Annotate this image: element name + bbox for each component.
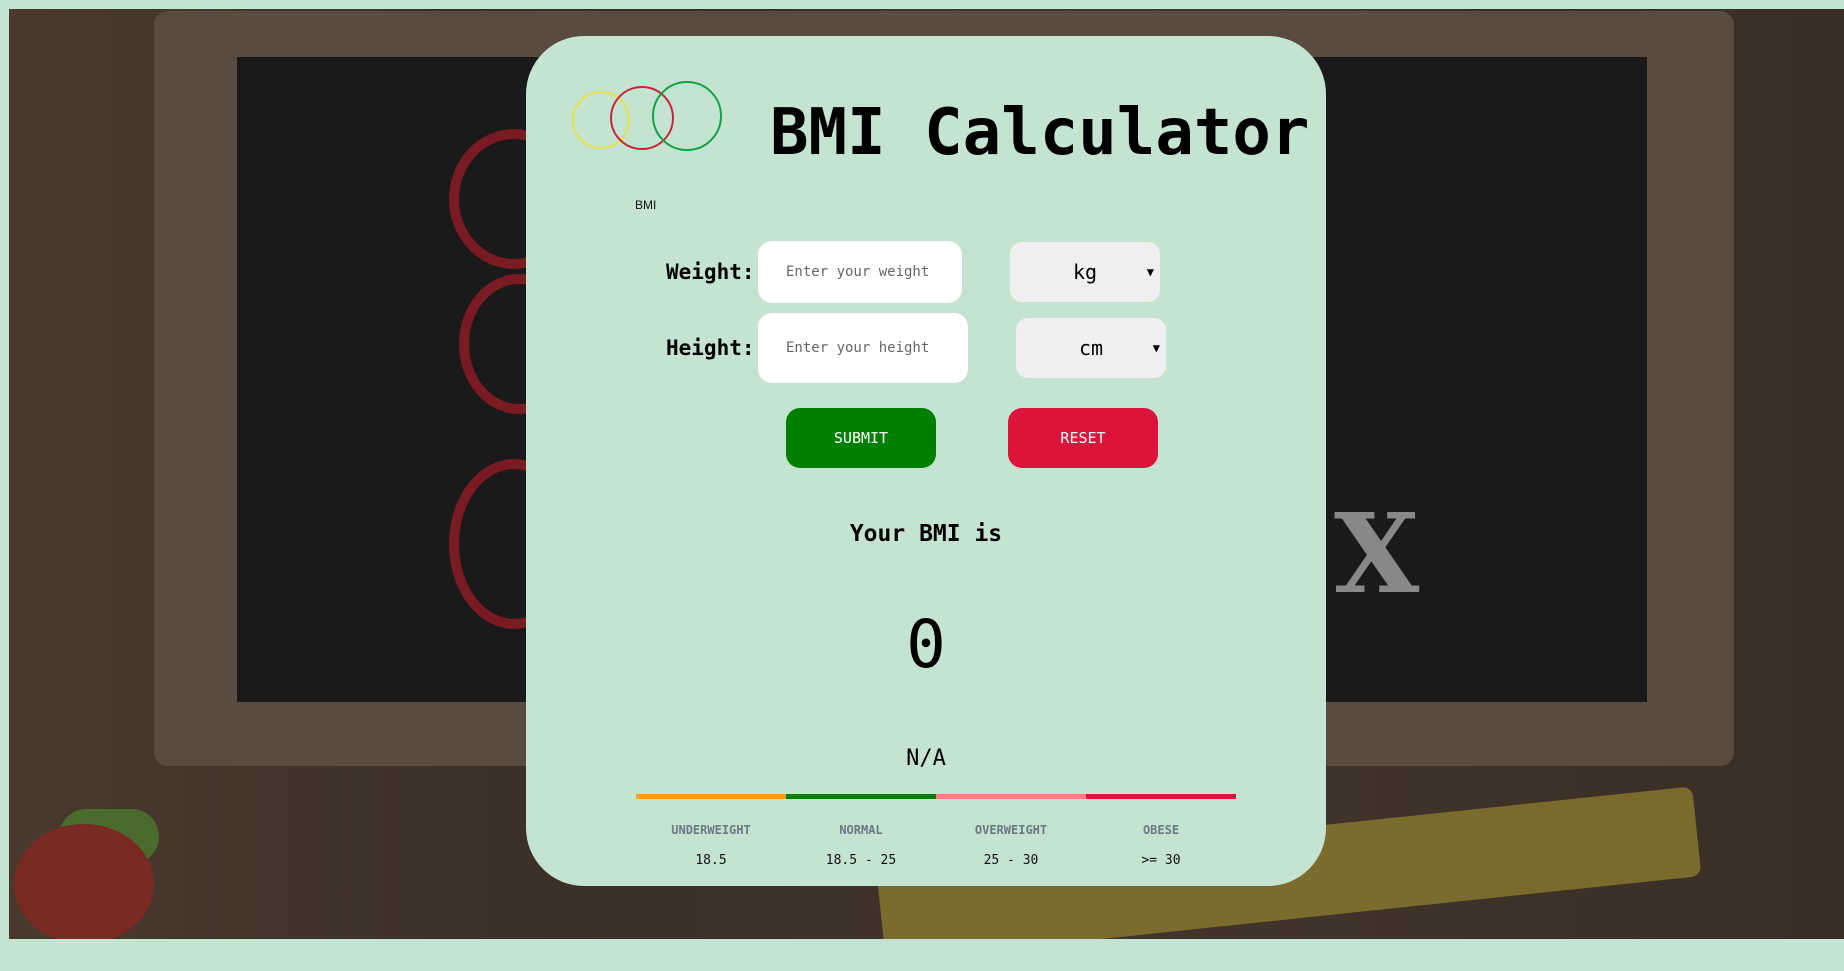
weight-input[interactable] [758,241,962,303]
submit-button[interactable]: SUBMIT [786,408,936,468]
scale-range: >= 30 [1141,853,1181,868]
calculator-card: BMI BMI Calculator Weight: kg ▼ Height: … [526,36,1326,886]
bmi-scale-bar [636,794,1236,799]
scale-range: 18.5 - 25 [825,853,897,868]
bmi-category: N/A [906,746,946,771]
scale-values: 18.5 18.5 - 25 25 - 30 >= 30 [636,853,1236,868]
chevron-down-icon: ▼ [1146,265,1154,279]
scale-name: UNDERWEIGHT [671,823,751,837]
height-label: Height: [666,336,755,360]
scale-name: NORMAL [839,823,883,837]
bmi-value: 0 [906,606,946,683]
weight-unit-select[interactable]: kg ▼ [1010,242,1160,302]
scale-segment-underweight [636,794,786,799]
logo-caption: BMI [635,198,657,212]
chevron-down-icon: ▼ [1152,341,1160,355]
reset-button[interactable]: RESET [1008,408,1158,468]
height-input[interactable] [758,313,968,383]
scale-name: OVERWEIGHT [974,823,1048,837]
pepper [14,824,154,939]
bmi-logo-icon: BMI [572,81,732,212]
scale-segment-obese [1086,794,1236,799]
height-unit-value: cm [1078,336,1104,360]
result-label: Your BMI is [849,521,1003,547]
weight-label: Weight: [666,260,755,284]
scale-segment-overweight [936,794,1086,799]
height-unit-select[interactable]: cm ▼ [1016,318,1166,378]
chalk-x-mark: X [1334,489,1420,618]
scale-range: 18.5 [695,853,727,868]
scale-names: UNDERWEIGHT NORMAL OVERWEIGHT OBESE [636,823,1236,837]
scale-name: OBESE [1142,823,1180,837]
scale-segment-normal [786,794,936,799]
scale-range: 25 - 30 [983,853,1039,868]
page-title: BMI Calculator [770,96,1310,170]
weight-unit-value: kg [1072,260,1098,284]
